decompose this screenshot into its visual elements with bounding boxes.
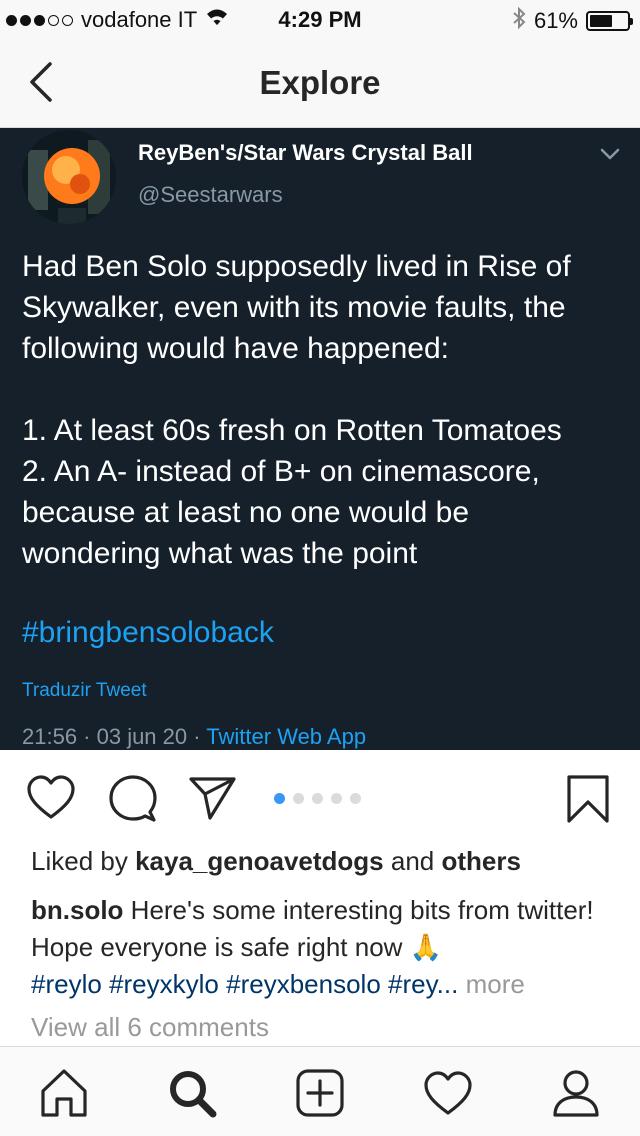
tweet-text-line: Had Ben Solo supposedly lived in Rise of bbox=[22, 250, 571, 283]
tweet-text-line: following would have happened: bbox=[22, 332, 449, 365]
liked-by-user-link[interactable]: kaya_genoavetdogs bbox=[135, 846, 384, 876]
tweet-avatar bbox=[22, 130, 116, 224]
tweet-text-line: because at least no one would be bbox=[22, 496, 469, 529]
carousel-indicator bbox=[274, 793, 361, 804]
tweet-text: Had Ben Solo supposedly lived in Rise of… bbox=[22, 246, 632, 574]
tweet-text-line: wondering what was the point bbox=[22, 537, 418, 570]
post-action-bar bbox=[0, 750, 640, 846]
tweet-timestamp: 21:56 · 03 jun 20 · bbox=[22, 724, 207, 749]
activity-heart-icon bbox=[424, 1071, 472, 1115]
carousel-dot bbox=[331, 793, 342, 804]
tweet-source: Twitter Web App bbox=[206, 724, 367, 749]
carousel-dot bbox=[293, 793, 304, 804]
caption-hashtags: #reylo #reyxkylo #reyxbensolo bbox=[31, 969, 388, 999]
tab-search[interactable] bbox=[166, 1067, 218, 1119]
likes-prefix: Liked by bbox=[31, 846, 136, 876]
bookmark-icon bbox=[567, 775, 609, 823]
send-icon bbox=[189, 777, 236, 820]
heart-icon bbox=[27, 775, 75, 819]
caption-emoji: 🙏 bbox=[409, 932, 443, 962]
caption-hashtag[interactable]: #reylo bbox=[31, 969, 102, 999]
battery-percent: 61% bbox=[533, 8, 578, 33]
carousel-dot bbox=[350, 793, 361, 804]
tab-new-post[interactable] bbox=[294, 1067, 346, 1119]
tweet-hashtag: #bringbensoloback bbox=[22, 616, 274, 649]
search-icon bbox=[170, 1071, 217, 1118]
chevron-down-icon bbox=[598, 142, 622, 166]
tab-profile[interactable] bbox=[550, 1067, 602, 1119]
view-all-comments-link[interactable]: View all 6 comments bbox=[31, 1012, 269, 1043]
caption-hashtag[interactable]: #reyxbensolo bbox=[226, 969, 381, 999]
tweet-display-name[interactable]: ReyBen's/Star Wars Crystal Ball bbox=[138, 140, 473, 166]
share-button[interactable] bbox=[188, 774, 238, 827]
tweet-text-line: Skywalker, even with its movie faults, t… bbox=[22, 291, 566, 324]
battery-icon bbox=[586, 11, 633, 31]
status-bar-right: 61% bbox=[512, 6, 633, 35]
comment-button[interactable] bbox=[108, 774, 158, 829]
caption-hashtag-truncated[interactable]: #rey... bbox=[388, 969, 458, 999]
tab-home[interactable] bbox=[38, 1067, 90, 1119]
liked-by-others-link[interactable]: others bbox=[441, 846, 520, 876]
tweet-text-line bbox=[22, 369, 632, 410]
new-post-icon bbox=[296, 1069, 344, 1117]
tab-activity[interactable] bbox=[422, 1067, 474, 1119]
post-image-tweet[interactable]: ReyBen's/Star Wars Crystal Ball @Seestar… bbox=[0, 128, 640, 750]
caption-hashtag[interactable]: #reyxkylo bbox=[109, 969, 219, 999]
tweet-handle[interactable]: @Seestarwars bbox=[138, 182, 283, 208]
like-button[interactable] bbox=[26, 774, 76, 827]
carousel-dot bbox=[274, 793, 285, 804]
likes-joiner: and bbox=[383, 846, 442, 876]
comment-icon bbox=[109, 775, 157, 822]
nav-header: Explore bbox=[0, 40, 640, 128]
tweet-text-line: 2. An A- instead of B+ on cinemascore, bbox=[22, 455, 540, 488]
bottom-tab-bar bbox=[0, 1046, 640, 1136]
translate-tweet-link: Traduzir Tweet bbox=[22, 680, 147, 701]
likes-summary: Liked by kaya_genoavetdogs and others bbox=[31, 846, 521, 877]
carousel-dot bbox=[312, 793, 323, 804]
save-button[interactable] bbox=[566, 774, 610, 829]
home-icon bbox=[41, 1069, 87, 1117]
status-bar: vodafone IT 4:29 PM 61% bbox=[0, 0, 640, 40]
profile-icon bbox=[553, 1070, 599, 1117]
page-title: Explore bbox=[259, 64, 381, 101]
more-button[interactable]: more bbox=[466, 969, 525, 999]
battery-level bbox=[590, 15, 612, 27]
bluetooth-icon bbox=[512, 6, 526, 35]
tweet-metadata: 21:56 · 03 jun 20 · Twitter Web App bbox=[22, 724, 366, 750]
post-caption: bn.solo Here's some interesting bits fro… bbox=[31, 892, 611, 1003]
caption-username[interactable]: bn.solo bbox=[31, 895, 123, 925]
tweet-text-line: 1. At least 60s fresh on Rotten Tomatoes bbox=[22, 414, 562, 447]
